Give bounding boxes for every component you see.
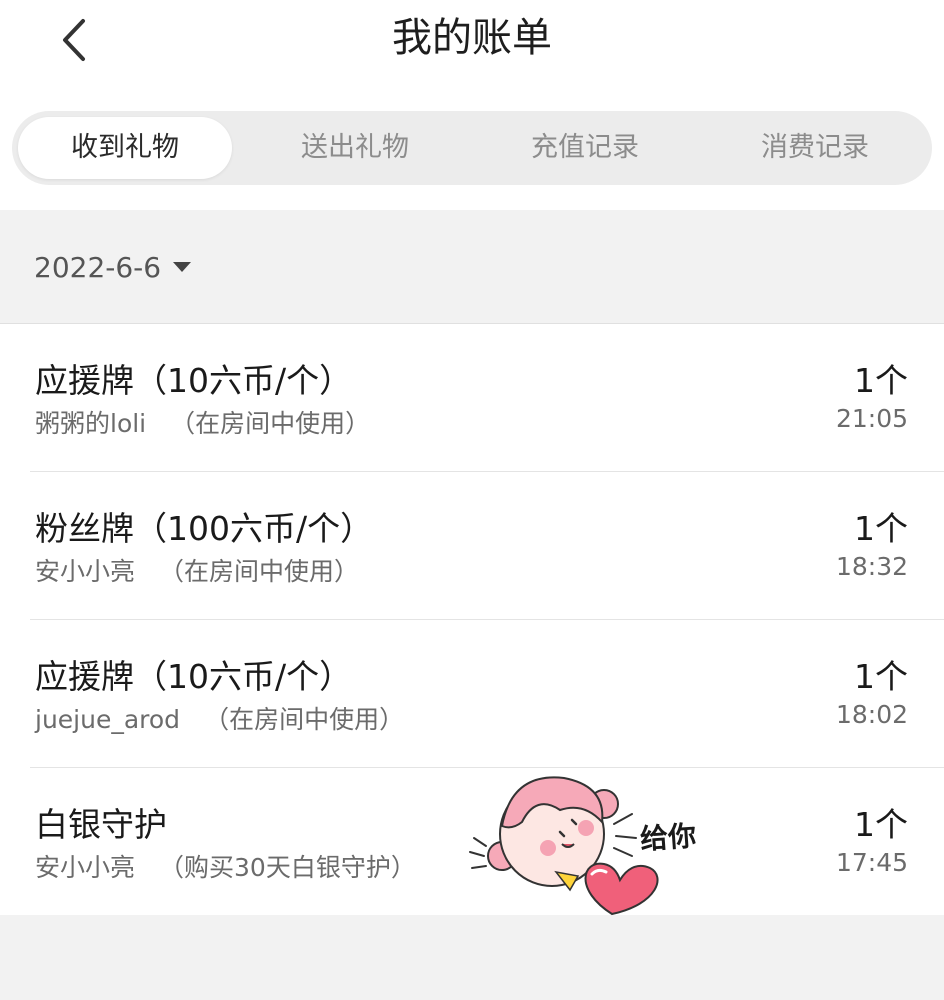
date-value: 2022-6-6	[34, 250, 162, 284]
sender-name: 安小小亮	[35, 557, 136, 586]
top-bar: 我的账单 收到礼物 送出礼物 充值记录 消费记录	[0, 0, 944, 210]
tab-consumption-records[interactable]: 消费记录	[708, 117, 922, 179]
list-item[interactable]: 粉丝牌（100六币/个） 安小小亮 （在房间中使用） 1个 18:32	[30, 472, 944, 620]
gift-name: 应援牌（10六币/个）	[35, 657, 353, 696]
tab-received-gifts[interactable]: 收到礼物	[18, 117, 232, 179]
list-item[interactable]: 应援牌（10六币/个） juejue_arod （在房间中使用） 1个 18:02	[30, 620, 944, 768]
date-filter-bar: 2022-6-6	[0, 210, 944, 324]
record-time: 18:02	[835, 700, 908, 729]
list-item[interactable]: 应援牌（10六币/个） 粥粥的loli （在房间中使用） 1个 21:05	[30, 324, 944, 472]
sender-name: juejue_arod	[35, 705, 181, 734]
usage-note: （购买30天白银守护）	[159, 853, 416, 882]
record-detail: 安小小亮 （购买30天白银守护）	[35, 848, 416, 884]
gift-quantity: 1个	[854, 657, 908, 696]
gift-quantity: 1个	[854, 361, 908, 400]
tab-recharge-records[interactable]: 充值记录	[478, 117, 692, 179]
gift-name: 应援牌（10六币/个）	[35, 361, 353, 400]
gift-name: 粉丝牌（100六币/个）	[35, 509, 374, 548]
record-time: 18:32	[835, 552, 908, 581]
gift-quantity: 1个	[854, 805, 908, 844]
sender-name: 粥粥的loli	[35, 409, 147, 438]
usage-note: （在房间中使用）	[159, 557, 360, 586]
record-detail: 安小小亮 （在房间中使用）	[35, 552, 359, 588]
gift-name: 白银守护	[35, 805, 167, 844]
tab-sent-gifts[interactable]: 送出礼物	[248, 117, 462, 179]
date-picker[interactable]: 2022-6-6	[34, 242, 192, 292]
caret-down-icon	[173, 262, 192, 272]
record-detail: juejue_arod （在房间中使用）	[35, 700, 404, 736]
gift-quantity: 1个	[854, 509, 908, 548]
usage-note: （在房间中使用）	[170, 409, 371, 438]
sender-name: 安小小亮	[35, 853, 136, 882]
sticker-caption: 给你	[639, 819, 698, 856]
tab-bar: 收到礼物 送出礼物 充值记录 消费记录	[12, 111, 932, 185]
record-time: 17:45	[835, 848, 908, 877]
record-detail: 粥粥的loli （在房间中使用）	[35, 404, 370, 440]
record-time: 21:05	[835, 404, 908, 433]
usage-note: （在房间中使用）	[204, 705, 405, 734]
page-title: 我的账单	[392, 15, 552, 61]
